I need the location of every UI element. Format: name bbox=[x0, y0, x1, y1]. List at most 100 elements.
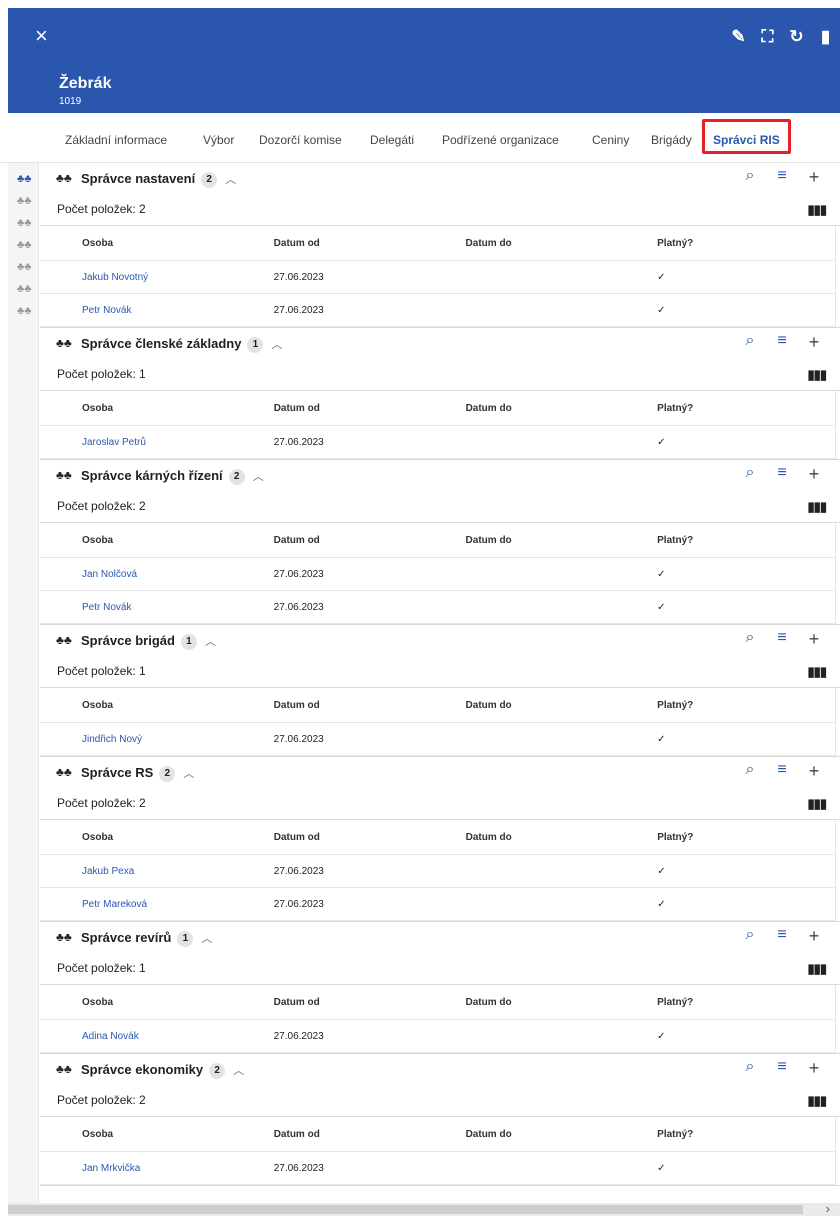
col-date-from[interactable]: Datum od bbox=[269, 523, 462, 558]
person-link[interactable]: Jaroslav Petrů bbox=[40, 425, 270, 459]
rail-group-icon[interactable]: ♣♣ bbox=[17, 239, 31, 251]
scroll-right-icon[interactable]: › bbox=[826, 1201, 830, 1216]
col-valid[interactable]: Platný? bbox=[653, 985, 836, 1020]
add-icon[interactable]: + bbox=[798, 464, 830, 485]
tab-deleg-ti[interactable]: Delegáti bbox=[370, 133, 414, 147]
col-date-from[interactable]: Datum od bbox=[269, 688, 462, 723]
columns-icon[interactable]: ▮▮▮ bbox=[808, 664, 827, 680]
columns-icon[interactable]: ▮▮▮ bbox=[808, 202, 827, 218]
edit-icon[interactable]: ✎ bbox=[724, 27, 753, 47]
scrollbar-thumb[interactable] bbox=[8, 1205, 803, 1214]
tab-v-bor[interactable]: Výbor bbox=[203, 133, 234, 147]
col-person[interactable]: Osoba bbox=[40, 820, 270, 855]
add-icon[interactable]: + bbox=[798, 926, 830, 947]
col-person[interactable]: Osoba bbox=[40, 226, 270, 261]
col-valid[interactable]: Platný? bbox=[653, 820, 836, 855]
person-link[interactable]: Jan Mrkvička bbox=[40, 1151, 270, 1185]
add-icon[interactable]: + bbox=[798, 167, 830, 188]
table-row[interactable]: Jindřich Nový 27.06.2023 ✓ bbox=[40, 722, 836, 756]
table-row[interactable]: Jakub Pexa 27.06.2023 ✓ bbox=[40, 854, 836, 888]
table-row[interactable]: Petr Novák 27.06.2023 ✓ bbox=[40, 590, 836, 624]
list-icon[interactable]: ≡ bbox=[766, 1058, 798, 1079]
col-valid[interactable]: Platný? bbox=[653, 688, 836, 723]
add-icon[interactable]: + bbox=[798, 761, 830, 782]
col-date-to[interactable]: Datum do bbox=[461, 820, 654, 855]
rail-group-icon[interactable]: ♣♣ bbox=[17, 195, 31, 207]
col-valid[interactable]: Platný? bbox=[653, 1117, 836, 1152]
tab-brig-dy[interactable]: Brigády bbox=[651, 133, 692, 147]
rail-group-icon[interactable]: ♣♣ bbox=[17, 217, 31, 229]
table-row[interactable]: Jaroslav Petrů 27.06.2023 ✓ bbox=[40, 425, 836, 459]
person-link[interactable]: Jan Nolčová bbox=[40, 557, 270, 591]
columns-icon[interactable]: ▮▮▮ bbox=[808, 367, 827, 383]
person-link[interactable]: Jakub Pexa bbox=[40, 854, 270, 888]
col-person[interactable]: Osoba bbox=[40, 985, 270, 1020]
col-date-to[interactable]: Datum do bbox=[461, 391, 654, 426]
add-icon[interactable]: + bbox=[798, 1058, 830, 1079]
fullscreen-icon[interactable]: ⛶ bbox=[753, 27, 782, 47]
chevron-up-icon[interactable]: ︿ bbox=[201, 930, 212, 946]
tab-z-kladn-informace[interactable]: Základní informace bbox=[65, 133, 167, 147]
list-icon[interactable]: ≡ bbox=[766, 464, 798, 485]
list-icon[interactable]: ≡ bbox=[766, 167, 798, 188]
columns-icon[interactable]: ▮▮▮ bbox=[808, 1093, 827, 1109]
search-icon[interactable]: ⌕ bbox=[734, 926, 766, 947]
columns-icon[interactable]: ▮▮▮ bbox=[808, 796, 827, 812]
close-icon[interactable]: × bbox=[35, 25, 48, 47]
person-link[interactable]: Petr Novák bbox=[40, 293, 270, 327]
person-link[interactable]: Adina Novák bbox=[40, 1019, 270, 1053]
col-date-from[interactable]: Datum od bbox=[269, 1117, 462, 1152]
col-date-to[interactable]: Datum do bbox=[461, 688, 654, 723]
chevron-up-icon[interactable]: ︿ bbox=[233, 1062, 244, 1078]
tab-spr-vci-ris[interactable]: Správci RIS bbox=[702, 119, 791, 154]
chevron-up-icon[interactable]: ︿ bbox=[205, 633, 216, 649]
add-icon[interactable]: + bbox=[798, 629, 830, 650]
col-date-from[interactable]: Datum od bbox=[269, 820, 462, 855]
chevron-up-icon[interactable]: ︿ bbox=[183, 765, 194, 781]
list-icon[interactable]: ≡ bbox=[766, 761, 798, 782]
tab-dozor-komise[interactable]: Dozorčí komise bbox=[259, 133, 342, 147]
list-icon[interactable]: ≡ bbox=[766, 926, 798, 947]
chevron-up-icon[interactable]: ︿ bbox=[225, 171, 236, 187]
search-icon[interactable]: ⌕ bbox=[734, 1058, 766, 1079]
col-person[interactable]: Osoba bbox=[40, 688, 270, 723]
person-link[interactable]: Jakub Novotný bbox=[40, 260, 270, 294]
horizontal-scrollbar[interactable]: › bbox=[8, 1201, 840, 1216]
col-date-from[interactable]: Datum od bbox=[269, 985, 462, 1020]
table-row[interactable]: Petr Novák 27.06.2023 ✓ bbox=[40, 293, 836, 327]
col-date-to[interactable]: Datum do bbox=[461, 226, 654, 261]
search-icon[interactable]: ⌕ bbox=[734, 332, 766, 353]
col-date-to[interactable]: Datum do bbox=[461, 1117, 654, 1152]
col-date-to[interactable]: Datum do bbox=[461, 985, 654, 1020]
refresh-icon[interactable]: ↻ bbox=[782, 27, 811, 47]
table-row[interactable]: Jan Nolčová 27.06.2023 ✓ bbox=[40, 557, 836, 591]
columns-icon[interactable]: ▮▮▮ bbox=[808, 961, 827, 977]
col-person[interactable]: Osoba bbox=[40, 523, 270, 558]
search-icon[interactable]: ⌕ bbox=[734, 761, 766, 782]
search-icon[interactable]: ⌕ bbox=[734, 464, 766, 485]
table-row[interactable]: Jan Mrkvička 27.06.2023 ✓ bbox=[40, 1151, 836, 1185]
col-date-from[interactable]: Datum od bbox=[269, 226, 462, 261]
delete-icon[interactable]: ▮ bbox=[811, 27, 840, 47]
columns-icon[interactable]: ▮▮▮ bbox=[808, 499, 827, 515]
search-icon[interactable]: ⌕ bbox=[734, 629, 766, 650]
rail-group-icon[interactable]: ♣♣ bbox=[17, 283, 31, 295]
chevron-up-icon[interactable]: ︿ bbox=[271, 336, 282, 352]
tab-pod-zen-organizace[interactable]: Podřízené organizace bbox=[442, 133, 559, 147]
search-icon[interactable]: ⌕ bbox=[734, 167, 766, 188]
col-person[interactable]: Osoba bbox=[40, 391, 270, 426]
col-valid[interactable]: Platný? bbox=[653, 391, 836, 426]
col-valid[interactable]: Platný? bbox=[653, 523, 836, 558]
rail-group-icon[interactable]: ♣♣ bbox=[17, 261, 31, 273]
person-link[interactable]: Petr Mareková bbox=[40, 887, 270, 921]
table-row[interactable]: Adina Novák 27.06.2023 ✓ bbox=[40, 1019, 836, 1053]
list-icon[interactable]: ≡ bbox=[766, 332, 798, 353]
table-row[interactable]: Jakub Novotný 27.06.2023 ✓ bbox=[40, 260, 836, 294]
rail-group-icon[interactable]: ♣♣ bbox=[17, 173, 31, 185]
table-row[interactable]: Petr Mareková 27.06.2023 ✓ bbox=[40, 887, 836, 921]
tab-ceniny[interactable]: Ceniny bbox=[592, 133, 629, 147]
person-link[interactable]: Jindřich Nový bbox=[40, 722, 270, 756]
list-icon[interactable]: ≡ bbox=[766, 629, 798, 650]
add-icon[interactable]: + bbox=[798, 332, 830, 353]
rail-group-icon[interactable]: ♣♣ bbox=[17, 305, 31, 317]
